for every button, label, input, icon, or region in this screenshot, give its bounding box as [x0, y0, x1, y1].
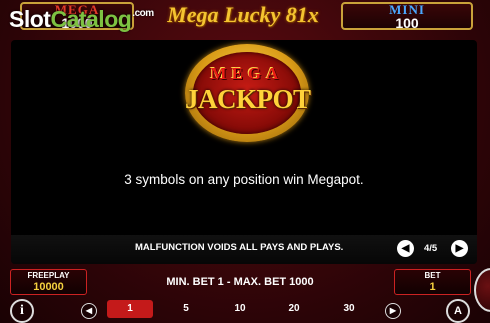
bet-option[interactable]: 30 [326, 300, 372, 318]
watermark-catalog: Catalog [50, 6, 132, 32]
page-indicator: 4/5 [424, 243, 438, 254]
bet-limits: MIN. BET 1 - MAX. BET 1000 [166, 276, 314, 288]
mini-jackpot-box: MINI 100 [341, 2, 473, 30]
paytable-panel: MEGA JACKPOT 3 symbols on any position w… [11, 40, 477, 264]
bet-label: BET [424, 271, 441, 280]
bet-option[interactable]: 10 [217, 300, 263, 318]
watermark: SlotCatalog.com [9, 6, 154, 33]
bet-decrease-button[interactable]: ◀ [81, 303, 97, 319]
bet-box: BET 1 [394, 269, 471, 295]
mini-jackpot-value: 100 [395, 15, 419, 31]
bet-option[interactable]: 5 [163, 300, 209, 318]
logo-jackpot-text: JACKPOT [185, 84, 311, 114]
bet-option[interactable]: 20 [271, 300, 317, 318]
prev-page-button[interactable]: ◀ [397, 240, 414, 257]
bet-value: 1 [429, 281, 436, 293]
freeplay-value: 10000 [33, 281, 64, 293]
autoplay-button[interactable]: A [446, 299, 470, 323]
logo-mega-text: MEGA [210, 64, 284, 83]
watermark-slot: Slot [9, 6, 51, 32]
info-button[interactable]: i [10, 299, 34, 323]
game-title: Mega Lucky 81x [167, 2, 319, 27]
bet-increase-button[interactable]: ▶ [385, 303, 401, 319]
paytable-rule: 3 symbols on any position win Megapot. [124, 172, 364, 187]
freeplay-label: FREEPLAY [27, 271, 70, 280]
mega-jackpot-logo: MEGA JACKPOT [185, 44, 311, 142]
watermark-com: .com [132, 8, 154, 19]
spin-button[interactable] [474, 268, 490, 312]
bet-option[interactable]: 1 [107, 300, 153, 318]
next-page-button[interactable]: ▶ [451, 240, 468, 257]
freeplay-box: FREEPLAY 10000 [10, 269, 87, 295]
malfunction-disclaimer: MALFUNCTION VOIDS ALL PAYS AND PLAYS. [135, 242, 344, 253]
